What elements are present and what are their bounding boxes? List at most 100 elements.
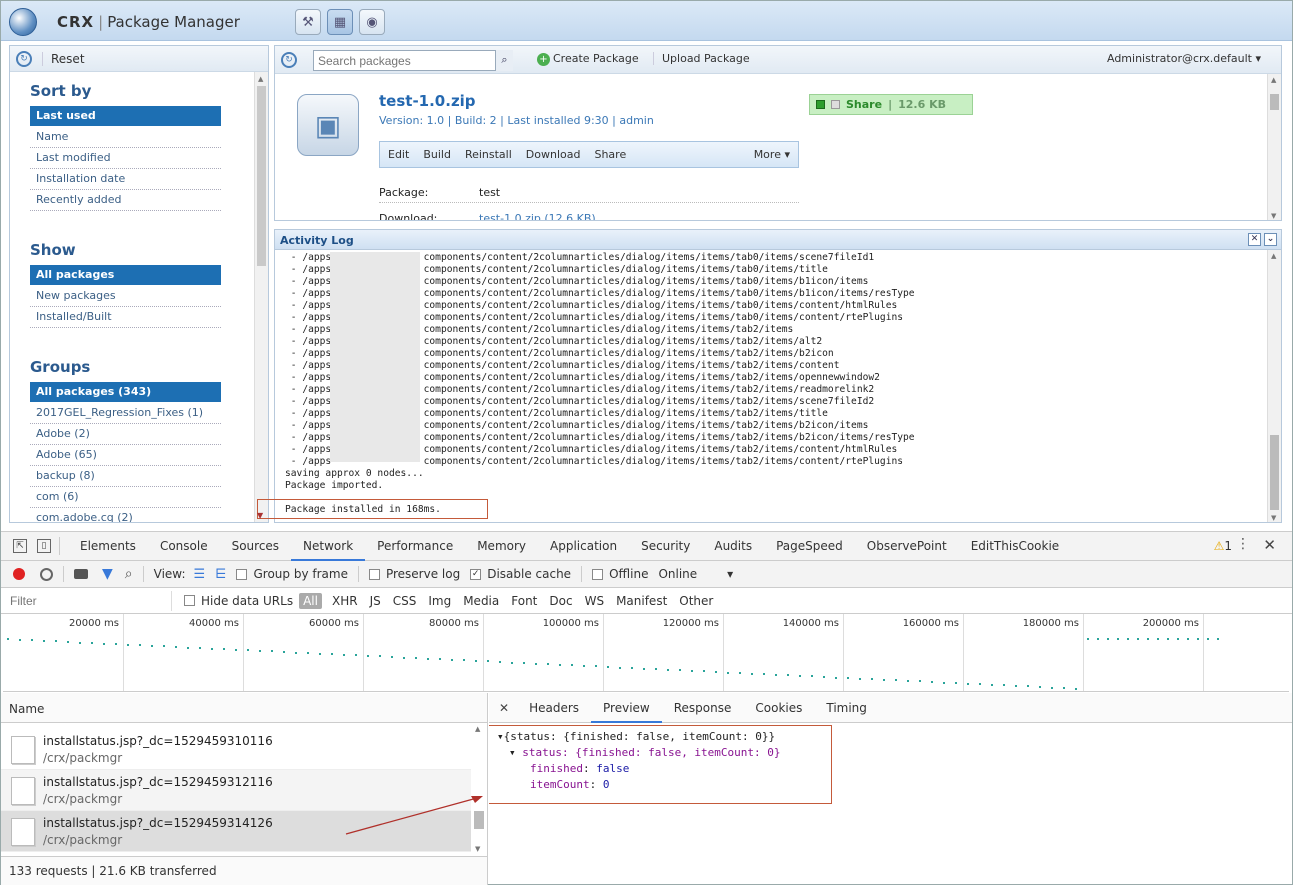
type-filter-xhr[interactable]: XHR (326, 594, 364, 608)
type-filter-font[interactable]: Font (505, 594, 543, 608)
close-icon[interactable]: ✕ (1248, 233, 1261, 246)
hide-data-urls-checkbox[interactable]: Hide data URLs (184, 594, 293, 608)
clear-icon[interactable] (40, 567, 53, 581)
scroll-down-icon[interactable]: ▼ (475, 845, 480, 853)
scroll-up-icon[interactable]: ▲ (1271, 252, 1276, 260)
group-item[interactable]: com (6) (30, 487, 221, 508)
refresh-icon[interactable]: ↻ (281, 52, 297, 68)
tab-audits[interactable]: Audits (702, 532, 764, 561)
tab-elements[interactable]: Elements (68, 532, 148, 561)
search-input[interactable] (313, 50, 513, 71)
group-item[interactable]: 2017GEL_Regression_Fixes (1) (30, 403, 221, 424)
filter-input[interactable] (7, 590, 172, 611)
package-name-link[interactable]: test-1.0.zip (379, 92, 476, 110)
show-item-installed-built[interactable]: Installed/Built (30, 307, 221, 328)
more-options-icon[interactable]: ⋮ (1236, 536, 1250, 552)
tab-memory[interactable]: Memory (465, 532, 538, 561)
table-row[interactable]: installstatus.jsp?_dc=1529459312116 /crx… (1, 770, 471, 811)
build-button[interactable]: Build (423, 148, 451, 161)
share-button[interactable]: Share (594, 148, 626, 161)
log-scrollbar[interactable]: ▲ ▼ (1267, 250, 1281, 522)
tab-response[interactable]: Response (662, 693, 744, 723)
type-filter-css[interactable]: CSS (387, 594, 423, 608)
show-item-all-packages[interactable]: All packages (30, 265, 221, 286)
type-filter-manifest[interactable]: Manifest (610, 594, 673, 608)
tab-observepoint[interactable]: ObservePoint (855, 532, 959, 561)
tab-security[interactable]: Security (629, 532, 702, 561)
scroll-up-icon[interactable]: ▲ (475, 725, 480, 733)
scroll-up-icon[interactable]: ▲ (1271, 76, 1276, 84)
network-timeline-overview[interactable]: 20000 ms 40000 ms 60000 ms 80000 ms 100000 m… (3, 614, 1289, 692)
scroll-down-icon[interactable]: ▼ (1271, 514, 1276, 522)
reset-button[interactable]: Reset (42, 51, 85, 66)
collapse-icon[interactable]: ⌄ (1264, 233, 1277, 246)
type-filter-other[interactable]: Other (673, 594, 719, 608)
device-toolbar-icon[interactable]: ▯ (37, 539, 51, 553)
type-filter-all[interactable]: All (299, 592, 322, 609)
sort-item-installation-date[interactable]: Installation date (30, 169, 221, 190)
package-scrollbar[interactable]: ▲ ▼ (1267, 74, 1281, 220)
search-icon[interactable]: ⌕ (125, 566, 133, 582)
tab-cookies[interactable]: Cookies (743, 693, 814, 723)
checkbox-unchecked[interactable] (368, 568, 380, 580)
show-item-new-packages[interactable]: New packages (30, 286, 221, 307)
tab-performance[interactable]: Performance (365, 532, 465, 561)
tab-timing[interactable]: Timing (814, 693, 879, 723)
tab-preview[interactable]: Preview (591, 693, 662, 723)
sort-item-last-used[interactable]: Last used (30, 106, 221, 127)
warnings-badge[interactable]: ⚠1 (1214, 539, 1232, 553)
group-item[interactable]: All packages (343) (30, 382, 221, 403)
type-filter-ws[interactable]: WS (579, 594, 610, 608)
refresh-icon[interactable]: ↻ (16, 50, 32, 67)
group-item[interactable]: Adobe (65) (30, 445, 221, 466)
tab-application[interactable]: Application (538, 532, 629, 561)
throttling-select[interactable]: Online ▾ (658, 567, 733, 581)
filter-icon[interactable]: ▼ (102, 566, 113, 582)
group-item[interactable]: com.adobe.cq (2) (30, 508, 221, 522)
sort-item-name[interactable]: Name (30, 127, 221, 148)
offline-checkbox[interactable]: Offline (592, 567, 648, 581)
checkbox-checked[interactable]: ✓ (470, 568, 482, 580)
download-button[interactable]: Download (526, 148, 581, 161)
tab-sources[interactable]: Sources (220, 532, 291, 561)
preserve-log-checkbox[interactable]: Preserve log (368, 567, 460, 581)
checkbox-unchecked[interactable] (236, 568, 248, 580)
share-status[interactable]: Share | 12.6 KB (809, 94, 973, 115)
sort-item-recently-added[interactable]: Recently added (30, 190, 221, 211)
tools-icon[interactable]: ⚒ (295, 9, 321, 35)
table-row[interactable]: installstatus.jsp?_dc=1529459310116 /crx… (1, 729, 471, 770)
scroll-down-icon[interactable]: ▼ (1271, 212, 1276, 220)
overview-icon[interactable]: ⋿ (215, 567, 226, 582)
request-list-scrollbar[interactable]: ▲ ▼ (472, 723, 486, 855)
checkbox-unchecked[interactable] (592, 568, 604, 580)
package-share-icon[interactable]: ◉ (359, 9, 385, 35)
group-item[interactable]: backup (8) (30, 466, 221, 487)
reinstall-button[interactable]: Reinstall (465, 148, 512, 161)
user-menu[interactable]: Administrator@crx.default ▾ (1107, 52, 1261, 65)
disable-cache-checkbox[interactable]: ✓ Disable cache (470, 567, 571, 581)
group-by-frame-checkbox[interactable]: Group by frame (236, 567, 348, 581)
scrollbar-thumb[interactable] (257, 86, 266, 266)
tab-headers[interactable]: Headers (517, 693, 591, 723)
tab-console[interactable]: Console (148, 532, 220, 561)
scrollbar-thumb[interactable] (1270, 94, 1279, 110)
type-filter-media[interactable]: Media (457, 594, 505, 608)
close-icon[interactable]: ✕ (499, 701, 509, 715)
scroll-up-icon[interactable]: ▲ (258, 75, 263, 83)
capture-screenshots-icon[interactable] (74, 569, 88, 579)
sidebar-scrollbar[interactable]: ▲ (254, 72, 268, 522)
download-link[interactable]: test-1.0.zip (12.6 KB) (479, 212, 596, 220)
tab-pagespeed[interactable]: PageSpeed (764, 532, 855, 561)
inspect-element-icon[interactable]: ⇱ (13, 539, 27, 553)
type-filter-js[interactable]: JS (364, 594, 387, 608)
table-row[interactable]: installstatus.jsp?_dc=1529459314126 /crx… (1, 811, 471, 852)
checkbox-unchecked[interactable] (184, 595, 195, 606)
type-filter-doc[interactable]: Doc (543, 594, 578, 608)
close-icon[interactable]: ✕ (1263, 536, 1276, 554)
package-manager-icon[interactable]: ▦ (327, 9, 353, 35)
create-package-button[interactable]: + Create Package (537, 52, 639, 66)
tab-network[interactable]: Network (291, 532, 366, 561)
group-item[interactable]: Adobe (2) (30, 424, 221, 445)
scrollbar-thumb[interactable] (474, 811, 484, 829)
search-icon[interactable]: ⌕ (495, 50, 513, 71)
